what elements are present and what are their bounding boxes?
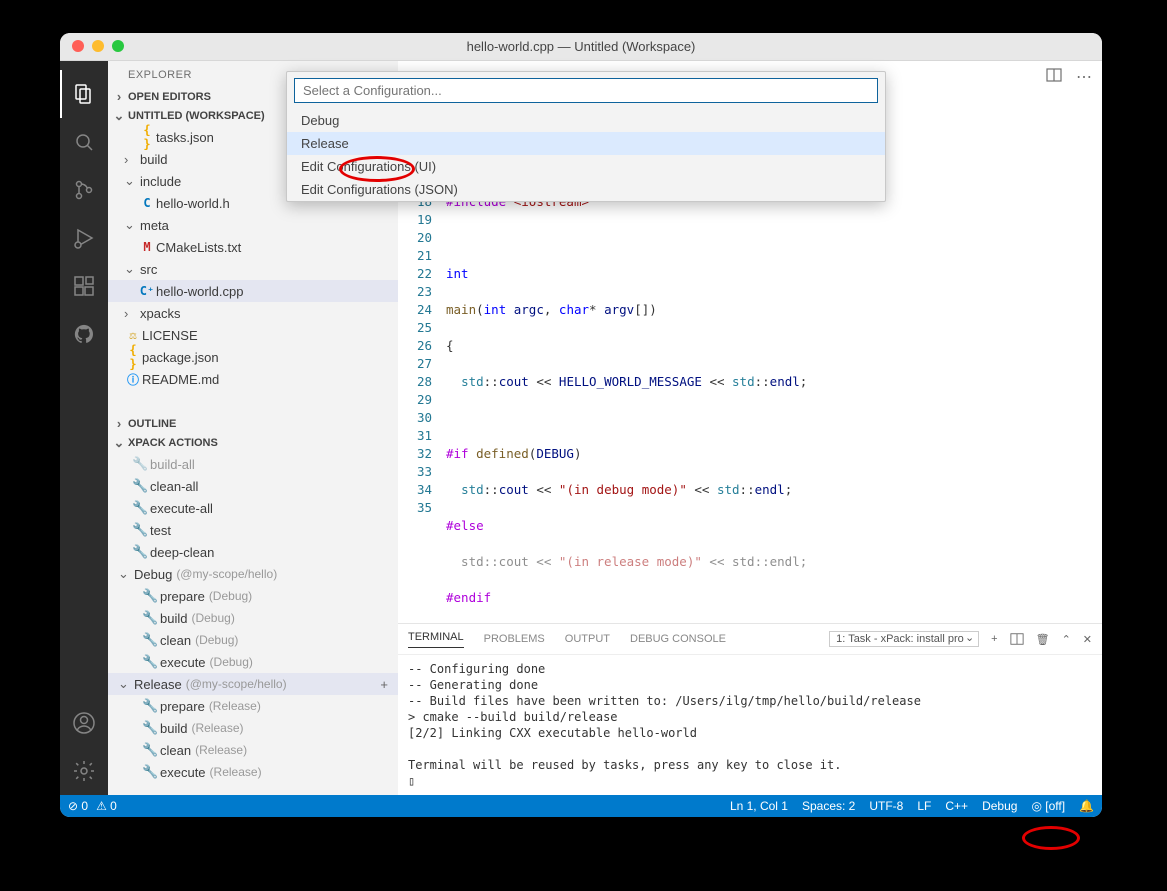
bottom-panel: TERMINAL PROBLEMS OUTPUT DEBUG CONSOLE 1…: [398, 623, 1102, 795]
run-view-icon[interactable]: [60, 214, 108, 262]
xpack-release-config[interactable]: ⌄Release(@my-scope/hello)+: [108, 673, 398, 695]
status-spaces[interactable]: Spaces: 2: [802, 799, 855, 813]
maximize-panel-icon[interactable]: ⌃: [1062, 633, 1071, 646]
status-lncol[interactable]: Ln 1, Col 1: [730, 799, 788, 813]
tab-terminal[interactable]: TERMINAL: [408, 631, 464, 648]
github-view-icon[interactable]: [60, 310, 108, 358]
editor-actions: ⋯: [1046, 67, 1092, 87]
xpack-clean-release[interactable]: 🔧clean(Release): [108, 739, 398, 761]
xpack-execute-debug[interactable]: 🔧execute(Debug): [108, 651, 398, 673]
xpack-prepare-debug[interactable]: 🔧prepare(Debug): [108, 585, 398, 607]
quickpick-item-release[interactable]: Release: [287, 132, 885, 155]
status-config[interactable]: Debug: [982, 799, 1017, 813]
file-hello-world-cpp[interactable]: C⁺hello-world.cpp: [108, 280, 398, 302]
folder-meta[interactable]: ⌄meta: [108, 214, 398, 236]
xpack-actions-section[interactable]: ⌄XPACK ACTIONS: [108, 433, 398, 453]
panel-tabs: TERMINAL PROBLEMS OUTPUT DEBUG CONSOLE 1…: [398, 624, 1102, 655]
status-warnings[interactable]: ⚠ 0: [96, 799, 117, 813]
settings-gear-icon[interactable]: [60, 747, 108, 795]
quickpick: Debug Release Edit Configurations (UI) E…: [286, 71, 886, 202]
status-eol[interactable]: LF: [917, 799, 931, 813]
zoom-window-button[interactable]: [112, 40, 124, 52]
tab-output[interactable]: OUTPUT: [565, 633, 610, 645]
window-controls: [72, 40, 124, 52]
status-screencast[interactable]: ◎ [off]: [1031, 799, 1065, 813]
trash-terminal-icon[interactable]: 🗑: [1036, 633, 1050, 646]
xpack-build-release[interactable]: 🔧build(Release): [108, 717, 398, 739]
terminal-selector[interactable]: 1: Task - xPack: install pro: [829, 631, 979, 647]
xpack-build-all-faded[interactable]: 🔧build-all: [108, 453, 398, 475]
file-package-json[interactable]: { }package.json: [108, 346, 398, 368]
window-title: hello-world.cpp — Untitled (Workspace): [60, 39, 1102, 54]
status-language[interactable]: C++: [945, 799, 968, 813]
xpack-clean-all[interactable]: 🔧clean-all: [108, 475, 398, 497]
status-bar: ⊘ 0 ⚠ 0 Ln 1, Col 1 Spaces: 2 UTF-8 LF C…: [60, 795, 1102, 817]
status-errors[interactable]: ⊘ 0: [68, 799, 88, 813]
xpack-deep-clean[interactable]: 🔧deep-clean: [108, 541, 398, 563]
outline-section[interactable]: ›OUTLINE: [108, 414, 398, 433]
explorer-view-icon[interactable]: [60, 70, 108, 118]
close-window-button[interactable]: [72, 40, 84, 52]
quickpick-input[interactable]: [294, 78, 878, 103]
tab-problems[interactable]: PROBLEMS: [484, 633, 545, 645]
annotation-ellipse-debug: [1022, 826, 1080, 850]
split-editor-icon[interactable]: [1046, 67, 1062, 87]
xpack-debug-config[interactable]: ⌄Debug(@my-scope/hello): [108, 563, 398, 585]
xpack-execute-all[interactable]: 🔧execute-all: [108, 497, 398, 519]
status-encoding[interactable]: UTF-8: [869, 799, 903, 813]
vscode-window: hello-world.cpp — Untitled (Workspace): [60, 33, 1102, 817]
xpack-prepare-release[interactable]: 🔧prepare(Release): [108, 695, 398, 717]
titlebar[interactable]: hello-world.cpp — Untitled (Workspace): [60, 33, 1102, 61]
accounts-icon[interactable]: [60, 699, 108, 747]
search-view-icon[interactable]: [60, 118, 108, 166]
quickpick-item-edit-ui[interactable]: Edit Configurations (UI): [287, 155, 885, 178]
xpack-execute-release[interactable]: 🔧execute(Release): [108, 761, 398, 783]
xpack-actions-list: 🔧build-all 🔧clean-all 🔧execute-all 🔧test…: [108, 453, 398, 795]
file-cmakelists[interactable]: MCMakeLists.txt: [108, 236, 398, 258]
quickpick-item-edit-json[interactable]: Edit Configurations (JSON): [287, 178, 885, 201]
folder-xpacks[interactable]: ›xpacks: [108, 302, 398, 324]
minimize-window-button[interactable]: [92, 40, 104, 52]
folder-src[interactable]: ⌄src: [108, 258, 398, 280]
activity-bar: [60, 61, 108, 795]
terminal-output[interactable]: -- Configuring done -- Generating done -…: [398, 655, 1102, 795]
extensions-view-icon[interactable]: [60, 262, 108, 310]
xpack-build-debug[interactable]: 🔧build(Debug): [108, 607, 398, 629]
tab-debug-console[interactable]: DEBUG CONSOLE: [630, 633, 726, 645]
xpack-clean-debug[interactable]: 🔧clean(Debug): [108, 629, 398, 651]
new-terminal-icon[interactable]: +: [991, 633, 997, 645]
file-license[interactable]: ⚖LICENSE: [108, 324, 398, 346]
quickpick-item-debug[interactable]: Debug: [287, 109, 885, 132]
file-readme[interactable]: ⓘREADME.md: [108, 368, 398, 390]
more-actions-icon[interactable]: ⋯: [1076, 67, 1092, 87]
xpack-test[interactable]: 🔧test: [108, 519, 398, 541]
split-terminal-icon[interactable]: [1010, 632, 1024, 646]
close-panel-icon[interactable]: ✕: [1083, 633, 1092, 646]
status-bell-icon[interactable]: 🔔: [1079, 799, 1094, 813]
scm-view-icon[interactable]: [60, 166, 108, 214]
